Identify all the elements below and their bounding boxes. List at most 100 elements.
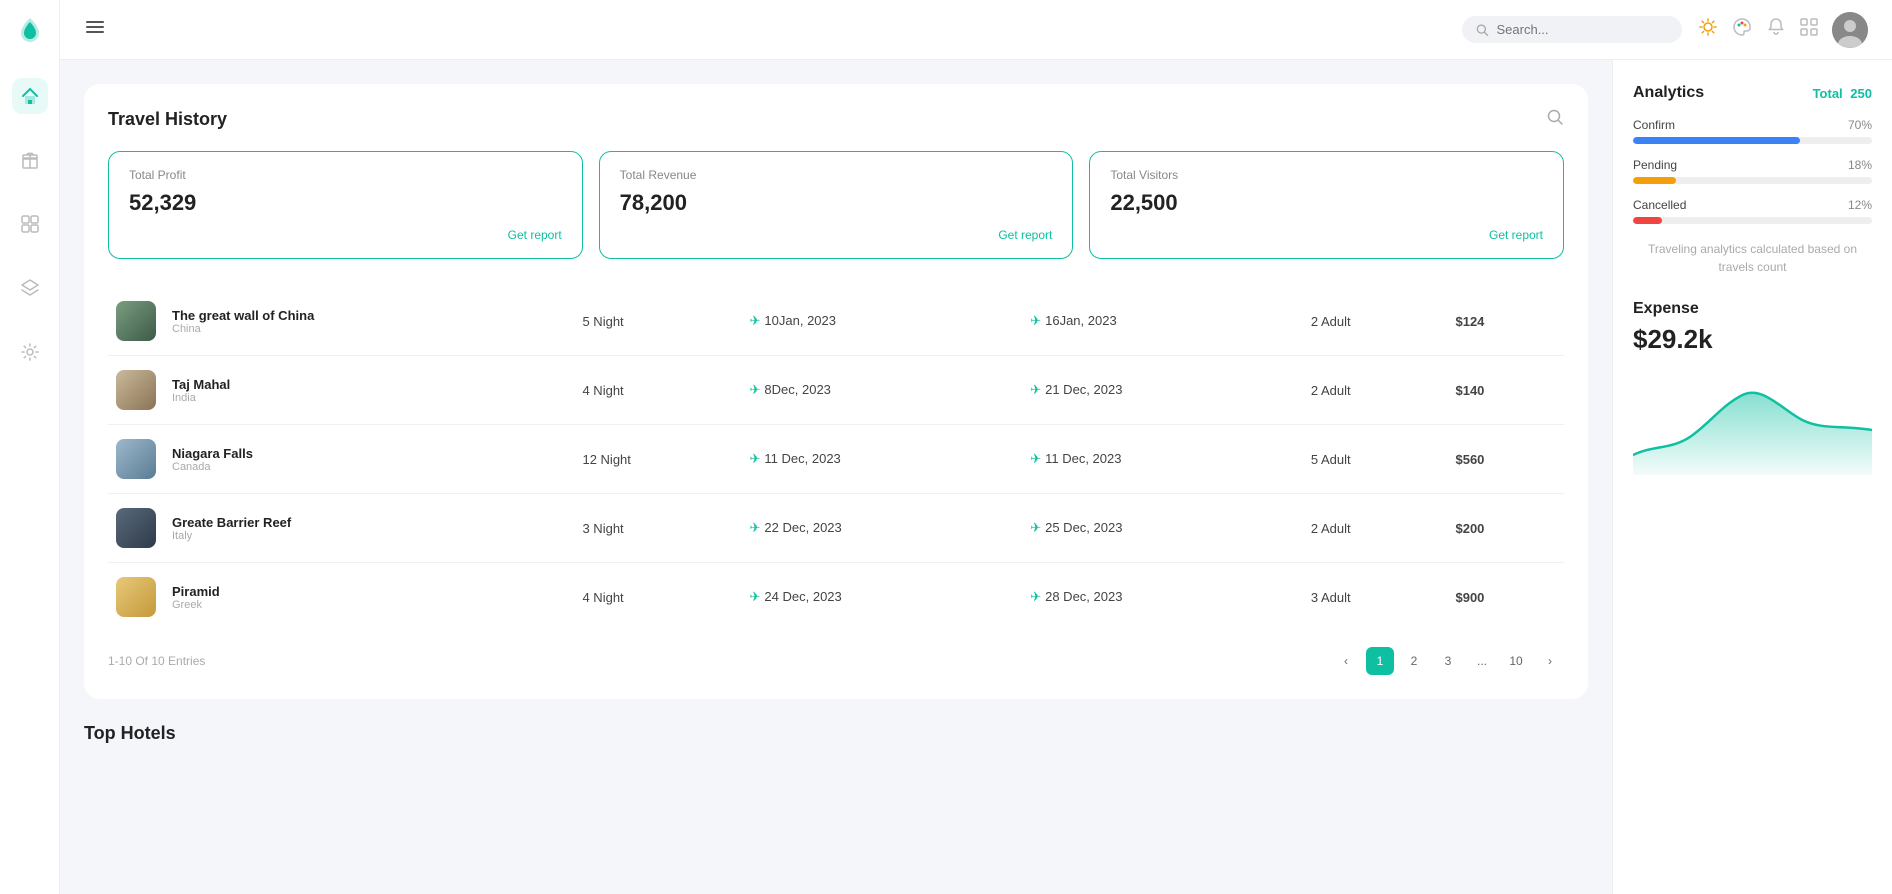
depart-icon: ✈ [750,520,761,535]
avatar[interactable] [1832,12,1868,48]
depart-cell: ✈24 Dec, 2023 [742,563,1023,632]
pagination-page-10[interactable]: 10 [1502,647,1530,675]
bar-pct: 70% [1848,118,1872,132]
analytics-header: Analytics Total 250 [1633,84,1872,102]
stat-visitors-label: Total Visitors [1110,168,1543,182]
table-row: Piramid Greek 4 Night ✈24 Dec, 2023 ✈28 … [108,563,1564,632]
pagination-page-3[interactable]: 3 [1434,647,1462,675]
nights-cell: 4 Night [574,563,741,632]
travel-history-card: Travel History Total Profit 52,329 Get r… [84,84,1588,699]
price-cell: $560 [1447,425,1564,494]
top-hotels-section: Top Hotels [84,723,1588,744]
content-area: Travel History Total Profit 52,329 Get r… [60,60,1612,894]
destination-thumbnail [116,439,156,479]
stat-profit-link[interactable]: Get report [129,228,562,242]
bar-fill [1633,217,1662,224]
topbar-icons [1698,12,1868,48]
stat-revenue-link[interactable]: Get report [620,228,1053,242]
analytics-bar-row-pending: Pending 18% [1633,158,1872,184]
nights-cell: 5 Night [574,287,741,356]
destination-name: The great wall of China [172,308,566,323]
search-icon-header[interactable] [1546,108,1564,131]
stat-cards: Total Profit 52,329 Get report Total Rev… [108,151,1564,259]
pagination-next[interactable]: › [1536,647,1564,675]
analytics-total: Total 250 [1813,86,1872,101]
bar-fill [1633,177,1676,184]
sidebar-item-layers[interactable] [12,270,48,306]
theme-icon[interactable] [1698,17,1718,42]
price-cell: $900 [1447,563,1564,632]
bar-track [1633,217,1872,224]
bar-track [1633,177,1872,184]
pagination-pages: ‹123...10› [1332,647,1564,675]
table-row: Greate Barrier Reef Italy 3 Night ✈22 De… [108,494,1564,563]
depart-icon: ✈ [750,313,761,328]
pagination-page-2[interactable]: 2 [1400,647,1428,675]
guests-cell: 2 Adult [1303,356,1448,425]
price-cell: $200 [1447,494,1564,563]
guests-cell: 2 Adult [1303,494,1448,563]
destination-country: Canada [172,461,566,473]
bar-label: Pending [1633,158,1677,172]
stat-revenue-label: Total Revenue [620,168,1053,182]
price-cell: $140 [1447,356,1564,425]
bar-pct: 12% [1848,198,1872,212]
analytics-bar-row-confirm: Confirm 70% [1633,118,1872,144]
depart-cell: ✈11 Dec, 2023 [742,425,1023,494]
top-hotels-title: Top Hotels [84,723,1588,744]
destination-country: India [172,392,566,404]
pagination-prev[interactable]: ‹ [1332,647,1360,675]
notification-icon[interactable] [1766,17,1786,42]
bar-label: Confirm [1633,118,1675,132]
analytics-bar-row-cancelled: Cancelled 12% [1633,198,1872,224]
expense-title: Expense [1633,300,1872,318]
arrive-cell: ✈11 Dec, 2023 [1022,425,1303,494]
topbar [60,0,1892,60]
arrive-icon: ✈ [1030,382,1041,397]
stat-revenue-value: 78,200 [620,190,1053,216]
pagination-page-...[interactable]: ... [1468,647,1496,675]
analytics-title: Analytics [1633,84,1704,102]
expense-chart [1633,375,1872,475]
stat-profit-label: Total Profit [129,168,562,182]
analytics-bars: Confirm 70% Pending 18% Cancelled 12% [1633,118,1872,224]
apps-icon[interactable] [1800,18,1818,41]
stat-card-profit: Total Profit 52,329 Get report [108,151,583,259]
arrive-icon: ✈ [1030,520,1041,535]
pagination-page-1[interactable]: 1 [1366,647,1394,675]
menu-hamburger-icon[interactable] [84,16,106,44]
bar-label: Cancelled [1633,198,1686,212]
palette-icon[interactable] [1732,17,1752,42]
table-row: Niagara Falls Canada 12 Night ✈11 Dec, 2… [108,425,1564,494]
nights-cell: 4 Night [574,356,741,425]
destination-name: Piramid [172,584,566,599]
arrive-cell: ✈28 Dec, 2023 [1022,563,1303,632]
search-input[interactable] [1497,22,1669,37]
sidebar-item-settings[interactable] [12,334,48,370]
arrive-cell: ✈16Jan, 2023 [1022,287,1303,356]
analytics-note: Traveling analytics calculated based on … [1633,240,1872,276]
destination-name: Greate Barrier Reef [172,515,566,530]
guests-cell: 5 Adult [1303,425,1448,494]
travel-history-title: Travel History [108,109,227,130]
guests-cell: 3 Adult [1303,563,1448,632]
sidebar-item-home[interactable] [12,78,48,114]
arrive-icon: ✈ [1030,451,1041,466]
arrive-cell: ✈25 Dec, 2023 [1022,494,1303,563]
destination-country: Greek [172,599,566,611]
nights-cell: 12 Night [574,425,741,494]
sidebar [0,0,60,894]
search-bar[interactable] [1462,16,1682,43]
destination-country: China [172,323,566,335]
table-row: The great wall of China China 5 Night ✈1… [108,287,1564,356]
arrive-icon: ✈ [1030,589,1041,604]
stat-card-visitors: Total Visitors 22,500 Get report [1089,151,1564,259]
depart-cell: ✈10Jan, 2023 [742,287,1023,356]
stat-card-revenue: Total Revenue 78,200 Get report [599,151,1074,259]
bar-fill [1633,137,1800,144]
stat-profit-value: 52,329 [129,190,562,216]
sidebar-item-gift[interactable] [12,142,48,178]
stat-visitors-link[interactable]: Get report [1110,228,1543,242]
logo-icon [16,16,44,50]
sidebar-item-dashboard[interactable] [12,206,48,242]
